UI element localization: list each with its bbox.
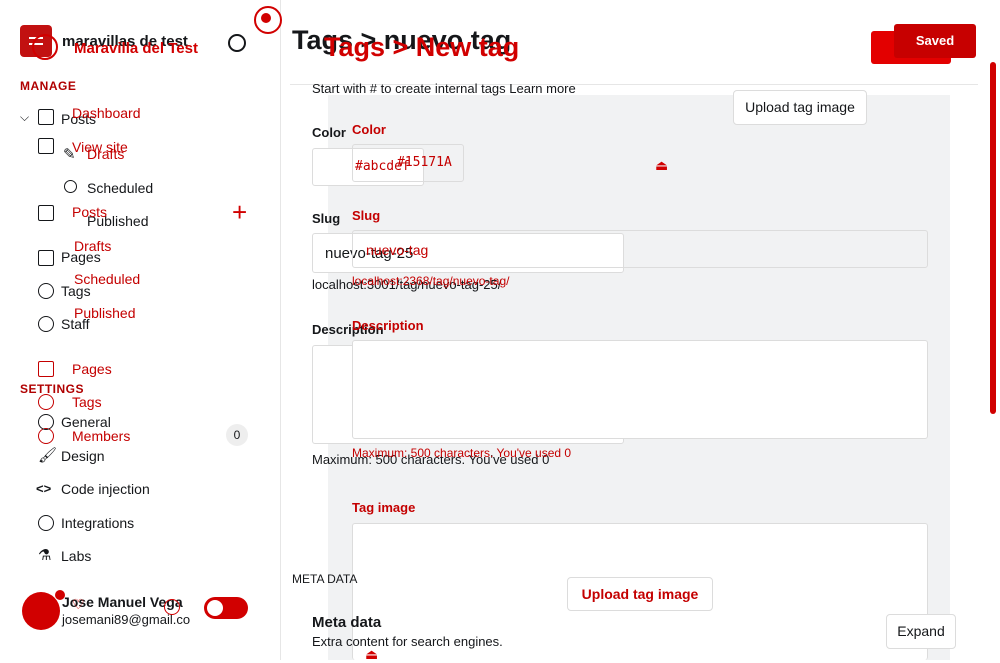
brush-icon: 🖌	[38, 447, 58, 464]
saved-button[interactable]: Saved	[894, 24, 976, 58]
sidebar-item-pages-overlay[interactable]: Pages	[72, 361, 112, 377]
meta-section-label: META DATA	[292, 572, 358, 586]
sidebar-item-labs[interactable]: Labs	[61, 548, 91, 564]
expand-button[interactable]: Expand	[886, 614, 956, 649]
avatar[interactable]	[22, 592, 60, 630]
gear-icon	[38, 414, 54, 430]
slug-label: Slug	[312, 211, 341, 226]
slug-input-overlay[interactable]	[352, 230, 928, 268]
sidebar-item-posts-overlay[interactable]: Posts	[72, 204, 107, 220]
description-hint-overlay: Maximum: 500 characters. You've used 0	[352, 446, 572, 460]
dark-mode-toggle[interactable]	[204, 597, 248, 619]
slug-value-overlay: nuevo-tag	[366, 242, 429, 258]
search-icon[interactable]	[228, 34, 246, 52]
chevron-down-icon[interactable]: ⌵	[20, 110, 29, 125]
upload-tag-image-button[interactable]: Upload tag image	[567, 577, 713, 611]
view-site-icon	[38, 138, 54, 154]
settings-section-label: SETTINGS	[20, 382, 85, 396]
settings-gear-icon[interactable]	[164, 599, 180, 615]
members-count-badge: 0	[226, 424, 248, 446]
sidebar: maravillas de test Maravilla del Test MA…	[0, 0, 282, 660]
scrollbar[interactable]	[990, 62, 996, 414]
description-textarea-overlay[interactable]	[352, 340, 928, 439]
staff-icon	[38, 316, 54, 332]
manage-section-label: MANAGE	[20, 79, 77, 93]
sidebar-item-members[interactable]: Members	[72, 428, 130, 444]
notification-dot-icon	[261, 13, 271, 23]
sidebar-item-general[interactable]: General	[61, 414, 111, 430]
page-title: Tags > New tag	[324, 32, 520, 62]
meta-data-subtitle: Extra content for search engines.	[312, 634, 503, 649]
sidebar-item-scheduled-overlay[interactable]: Scheduled	[74, 271, 140, 287]
pencil-icon: ✎	[63, 146, 76, 163]
sidebar-item-integrations[interactable]: Integrations	[61, 515, 134, 531]
edit-icon	[38, 205, 54, 221]
posts-icon	[38, 109, 54, 125]
color-label: Color	[312, 125, 346, 140]
integrations-icon	[38, 515, 54, 531]
flask-icon: ⚗	[38, 547, 52, 564]
tag-icon	[38, 283, 54, 299]
code-icon: <>	[36, 481, 52, 496]
members-icon	[38, 428, 54, 444]
slug-label-overlay: Slug	[352, 208, 381, 223]
upload-tag-image-button-top[interactable]: Upload tag image	[733, 90, 867, 125]
sidebar-item-published-overlay[interactable]: Published	[74, 305, 136, 321]
sidebar-item-scheduled[interactable]: Scheduled	[87, 180, 153, 196]
add-post-icon[interactable]: +	[232, 197, 247, 228]
site-icon-ring	[32, 34, 58, 60]
color-swatch-icon[interactable]: ⏏	[655, 157, 668, 174]
sidebar-item-code-injection[interactable]: Code injection	[61, 481, 150, 497]
tags-overlay-icon	[38, 394, 54, 410]
tag-image-label: Tag image	[352, 500, 416, 515]
description-label-overlay: Description	[352, 318, 424, 333]
slug-url-overlay: localhost:2368/tag/nuevo-tag/	[352, 274, 510, 288]
heart-icon: ♡	[72, 596, 85, 612]
sidebar-item-design[interactable]: Design	[61, 448, 105, 464]
sidebar-item-dashboard[interactable]: Dashboard	[72, 105, 141, 121]
sidebar-item-drafts[interactable]: Drafts	[87, 146, 124, 162]
clock-icon	[64, 180, 77, 193]
color-label-overlay: Color	[352, 122, 386, 137]
intro-text: Start with # to create internal tags Lea…	[312, 81, 576, 96]
meta-icon: ⏏	[365, 646, 379, 662]
meta-data-title: Meta data	[312, 614, 382, 631]
pages-overlay-icon	[38, 361, 54, 377]
site-title-overlay: Maravilla del Test	[74, 40, 198, 57]
sidebar-item-tags-overlay[interactable]: Tags	[72, 394, 102, 410]
sidebar-item-drafts-overlay[interactable]: Drafts	[74, 238, 111, 254]
color-value: #15171A	[397, 155, 452, 170]
pages-icon	[38, 250, 54, 266]
